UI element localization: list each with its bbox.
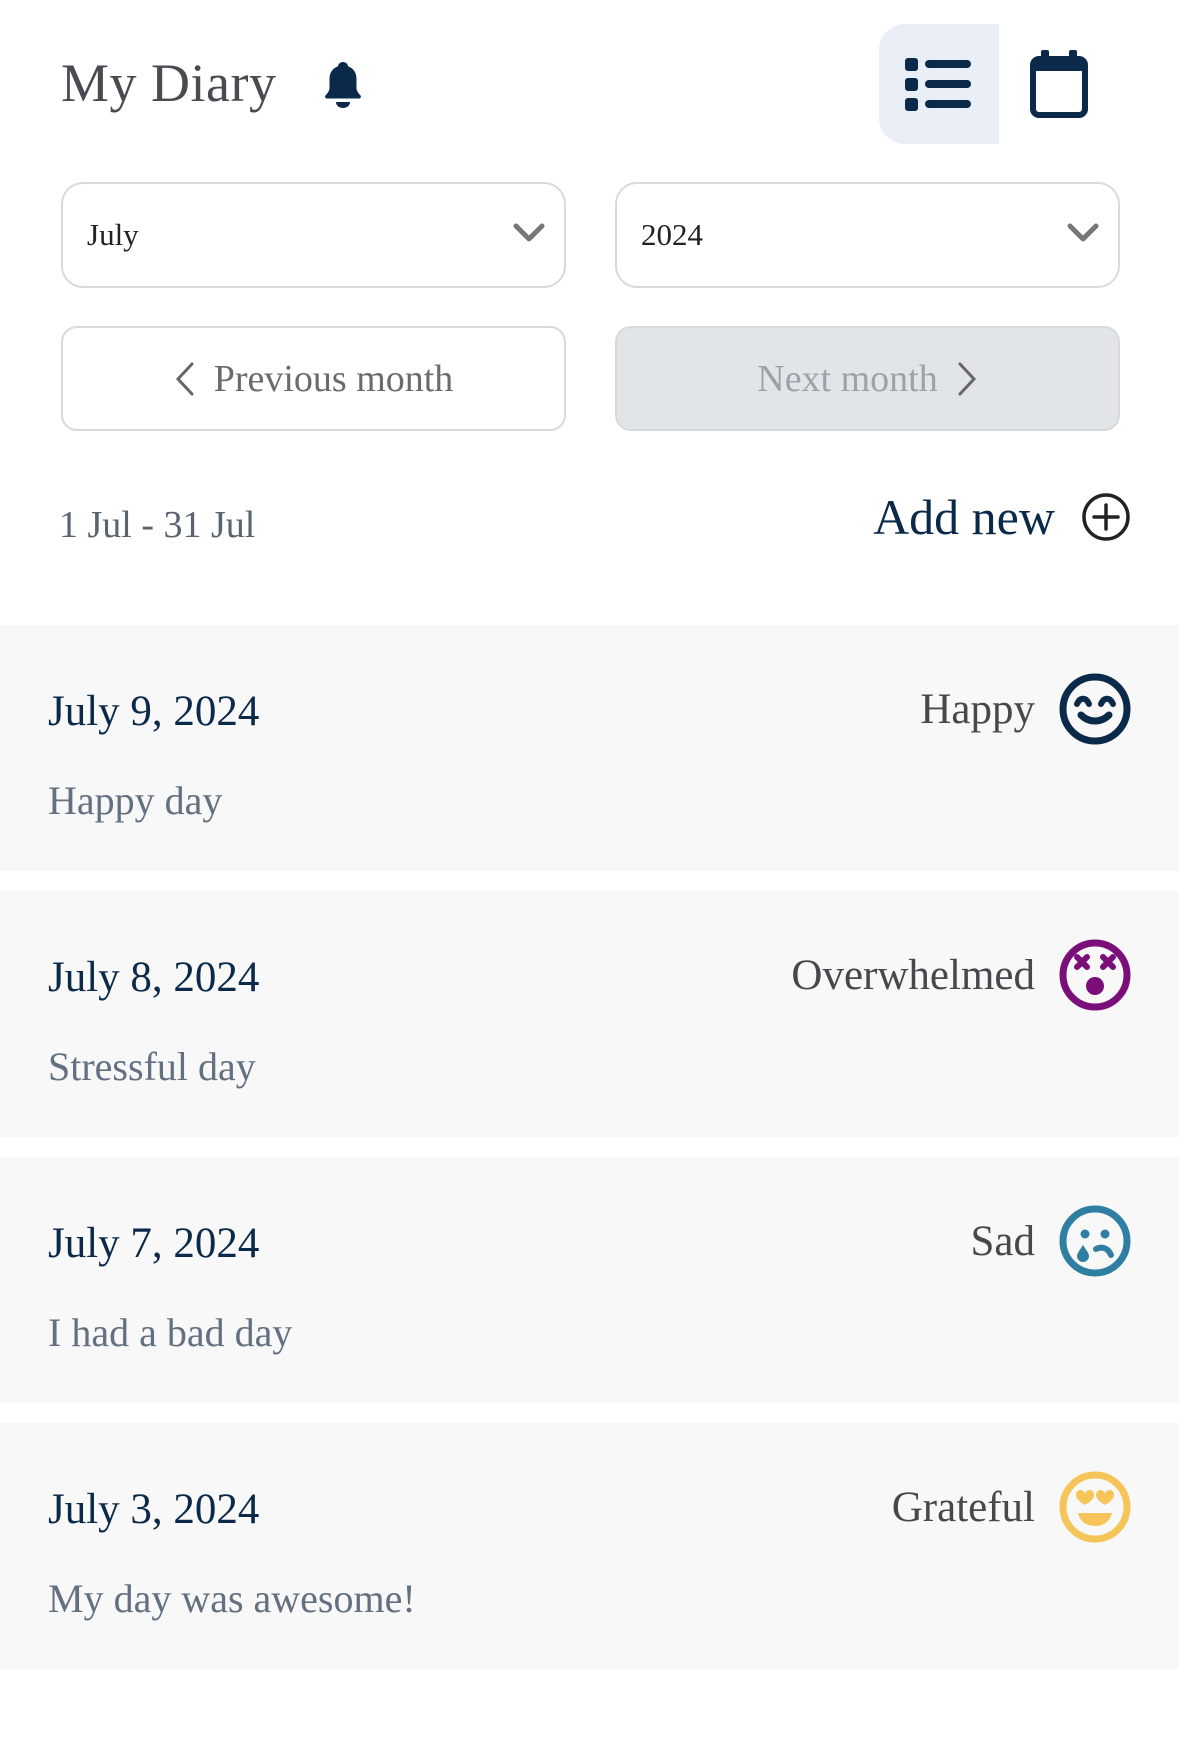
previous-month-label: Previous month bbox=[213, 357, 454, 400]
calendar-view-button[interactable] bbox=[999, 24, 1119, 144]
chevron-left-icon bbox=[175, 362, 194, 395]
entry-mood: Grateful bbox=[892, 1471, 1131, 1543]
plus-circle-icon bbox=[1082, 493, 1130, 541]
heart-eyes-face-icon bbox=[1059, 1471, 1131, 1543]
year-select[interactable]: 2024 bbox=[615, 182, 1120, 288]
chevron-down-icon bbox=[1067, 223, 1099, 242]
entry-mood: Happy bbox=[920, 673, 1131, 745]
diary-entry[interactable]: July 3, 2024 Grateful My day was awesome… bbox=[0, 1423, 1179, 1669]
entry-date: July 3, 2024 bbox=[48, 1486, 260, 1533]
entry-date: July 9, 2024 bbox=[48, 688, 260, 735]
add-new-label: Add new bbox=[873, 489, 1055, 545]
mood-label: Grateful bbox=[891, 1483, 1035, 1531]
list-icon bbox=[905, 58, 971, 111]
mood-label: Happy bbox=[920, 685, 1035, 733]
next-month-label: Next month bbox=[757, 357, 938, 400]
entry-date: July 8, 2024 bbox=[48, 954, 260, 1001]
entry-mood: Overwhelmed bbox=[791, 939, 1131, 1011]
diary-entry[interactable]: July 7, 2024 Sad I had a bad day bbox=[0, 1157, 1179, 1403]
entry-note: Happy day bbox=[48, 778, 223, 823]
year-select-value: 2024 bbox=[641, 217, 703, 252]
view-toggle bbox=[879, 24, 1119, 144]
entry-note: My day was awesome! bbox=[48, 1576, 416, 1621]
entry-date: July 7, 2024 bbox=[48, 1220, 260, 1267]
diary-entry[interactable]: July 8, 2024 Overwhelmed Stressful day bbox=[0, 891, 1179, 1137]
entry-note: Stressful day bbox=[48, 1044, 256, 1089]
mood-label: Sad bbox=[970, 1217, 1036, 1265]
mood-label: Overwhelmed bbox=[791, 951, 1035, 999]
previous-month-button[interactable]: Previous month bbox=[61, 326, 566, 431]
chevron-right-icon bbox=[958, 362, 976, 395]
entry-list: July 9, 2024 Happy Happy day July 8, 202… bbox=[0, 625, 1179, 1689]
add-new-button[interactable]: Add new bbox=[873, 488, 1131, 546]
header: My Diary bbox=[0, 0, 1179, 160]
month-select[interactable]: July bbox=[61, 182, 566, 288]
list-view-button[interactable] bbox=[879, 24, 999, 144]
happy-face-icon bbox=[1059, 673, 1131, 745]
entry-mood: Sad bbox=[971, 1205, 1132, 1277]
entry-note: I had a bad day bbox=[48, 1310, 293, 1355]
chevron-down-icon bbox=[513, 223, 545, 242]
page-title: My Diary bbox=[61, 53, 277, 113]
diary-entry[interactable]: July 9, 2024 Happy Happy day bbox=[0, 625, 1179, 871]
calendar-icon bbox=[1030, 50, 1088, 118]
crying-face-icon bbox=[1059, 1205, 1131, 1277]
bell-icon[interactable] bbox=[320, 60, 366, 112]
next-month-button[interactable]: Next month bbox=[615, 326, 1120, 431]
date-range-label: 1 Jul - 31 Jul bbox=[59, 504, 256, 546]
month-select-value: July bbox=[87, 217, 139, 252]
dizzy-face-icon bbox=[1059, 939, 1131, 1011]
